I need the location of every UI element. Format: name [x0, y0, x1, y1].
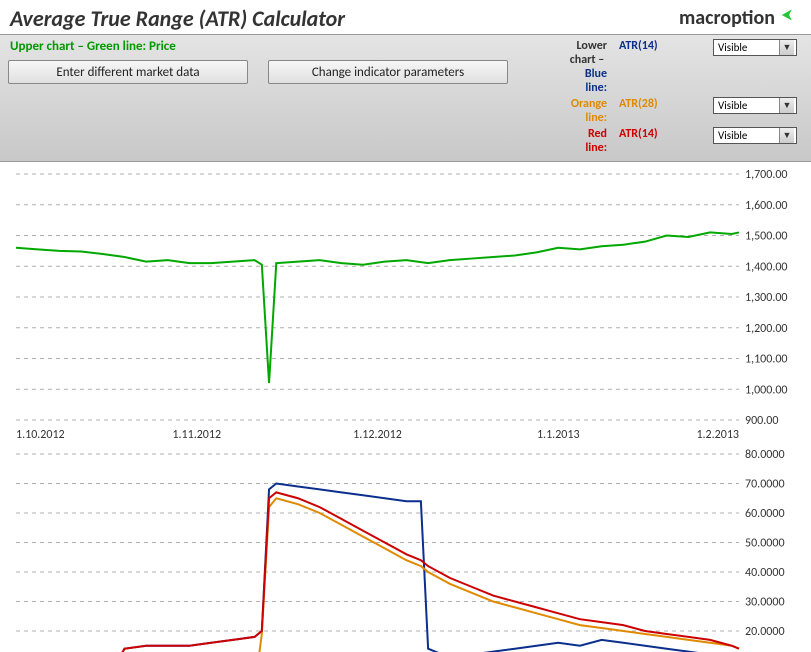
svg-text:1.10.2012: 1.10.2012 — [16, 428, 65, 442]
chart-area: 900.00 1,000.00 1,100.00 1,200.00 1,300.00 1,… — [0, 162, 811, 652]
svg-text:60.0000: 60.0000 — [745, 507, 785, 521]
chevron-down-icon: ▼ — [779, 128, 794, 143]
legend-red-name: ATR(14) — [613, 127, 713, 155]
svg-text:1,600.00: 1,600.00 — [745, 199, 788, 213]
change-params-button[interactable]: Change indicator parameters — [268, 60, 508, 84]
svg-text:50.0000: 50.0000 — [745, 537, 785, 551]
svg-text:1,000.00: 1,000.00 — [745, 383, 788, 397]
svg-text:1.11.2012: 1.11.2012 — [172, 428, 221, 442]
brand: macroption — [679, 4, 801, 32]
svg-text:1,300.00: 1,300.00 — [745, 291, 788, 305]
header: Average True Range (ATR) Calculator macr… — [0, 0, 811, 35]
svg-text:70.0000: 70.0000 — [745, 478, 785, 492]
upper-chart-label: Upper chart – Green line: Price — [8, 39, 568, 54]
series-price — [16, 232, 739, 383]
svg-text:30.0000: 30.0000 — [745, 596, 785, 610]
svg-text:1,400.00: 1,400.00 — [745, 260, 788, 274]
svg-text:40.0000: 40.0000 — [745, 566, 785, 580]
brand-text: macroption — [679, 6, 775, 30]
svg-text:900.00: 900.00 — [745, 414, 778, 428]
svg-text:1,500.00: 1,500.00 — [745, 230, 788, 244]
chevron-down-icon: ▼ — [779, 98, 794, 113]
series-atr-28- — [16, 498, 739, 652]
visibility-select-blue[interactable]: Visible ▼ — [713, 39, 797, 56]
legend-orange-name: ATR(28) — [613, 97, 713, 125]
visibility-select-orange[interactable]: Visible ▼ — [713, 97, 797, 114]
legend-blue-name: ATR(14) — [613, 39, 713, 95]
svg-text:1.12.2012: 1.12.2012 — [353, 428, 402, 442]
svg-text:80.0000: 80.0000 — [745, 448, 785, 462]
svg-text:1.1.2013: 1.1.2013 — [537, 428, 580, 442]
toolbar: Upper chart – Green line: Price Enter di… — [0, 35, 811, 162]
brand-icon — [779, 4, 801, 32]
charts-svg: 900.00 1,000.00 1,100.00 1,200.00 1,300.00 1,… — [2, 164, 809, 652]
svg-text:1,700.00: 1,700.00 — [745, 168, 788, 182]
lower-chart-label: Lower chart – Blue line: — [568, 39, 613, 95]
chevron-down-icon: ▼ — [779, 40, 794, 55]
visibility-select-red[interactable]: Visible ▼ — [713, 127, 797, 144]
svg-text:20.0000: 20.0000 — [745, 625, 785, 639]
svg-text:1,100.00: 1,100.00 — [745, 353, 788, 367]
svg-text:1,200.00: 1,200.00 — [745, 322, 788, 336]
svg-text:1.2.2013: 1.2.2013 — [696, 428, 739, 442]
legend-orange-label: Orange line: — [568, 97, 613, 125]
page-title: Average True Range (ATR) Calculator — [10, 5, 345, 32]
legend-red-label: Red line: — [568, 127, 613, 155]
enter-data-button[interactable]: Enter different market data — [8, 60, 248, 84]
